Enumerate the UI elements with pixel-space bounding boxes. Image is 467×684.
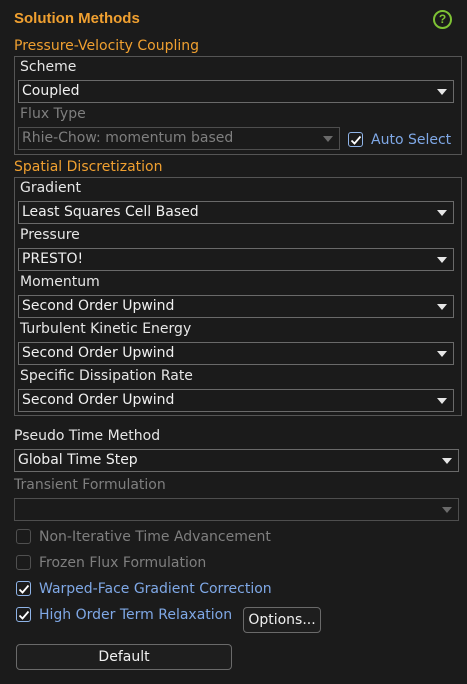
gradient-label: Gradient <box>20 180 81 196</box>
chevron-down-icon <box>323 136 333 142</box>
auto-select-checkbox-row[interactable]: Auto Select <box>348 130 458 150</box>
momentum-label: Momentum <box>20 274 100 290</box>
sdr-value: Second Order Upwind <box>22 392 175 408</box>
checkmark-icon <box>350 135 362 145</box>
tke-select[interactable]: Second Order Upwind <box>18 342 454 365</box>
auto-select-label: Auto Select <box>371 132 452 148</box>
chevron-down-icon <box>437 257 447 263</box>
panel-title: Solution Methods <box>14 10 140 27</box>
non-iterative-checkbox-row[interactable]: Non-Iterative Time Advancement <box>16 527 286 547</box>
chevron-down-icon <box>442 507 452 513</box>
chevron-down-icon <box>442 458 452 464</box>
pressure-value: PRESTO! <box>22 251 84 267</box>
non-iterative-label: Non-Iterative Time Advancement <box>39 529 271 545</box>
chevron-down-icon <box>437 398 447 404</box>
checkmark-icon <box>18 610 30 620</box>
options-button[interactable]: Options... <box>243 607 321 633</box>
pseudo-time-select[interactable]: Global Time Step <box>14 449 459 472</box>
scheme-value: Coupled <box>22 83 80 99</box>
chevron-down-icon <box>437 351 447 357</box>
transient-label: Transient Formulation <box>14 477 166 493</box>
chevron-down-icon <box>437 210 447 216</box>
sdr-select[interactable]: Second Order Upwind <box>18 389 454 412</box>
auto-select-checkbox[interactable] <box>348 132 363 147</box>
chevron-down-icon <box>437 304 447 310</box>
pseudo-time-label: Pseudo Time Method <box>14 428 161 444</box>
gradient-select[interactable]: Least Squares Cell Based <box>18 201 454 224</box>
chevron-down-icon <box>437 89 447 95</box>
scheme-select[interactable]: Coupled <box>18 80 454 103</box>
pseudo-time-value: Global Time Step <box>18 452 138 468</box>
default-button[interactable]: Default <box>16 644 232 670</box>
tke-label: Turbulent Kinetic Energy <box>20 321 192 337</box>
flux-type-label: Flux Type <box>20 106 86 122</box>
high-order-checkbox[interactable] <box>16 607 31 622</box>
help-icon[interactable]: ? <box>433 10 452 29</box>
warped-face-label: Warped-Face Gradient Correction <box>39 581 272 597</box>
momentum-select[interactable]: Second Order Upwind <box>18 295 454 318</box>
spatial-group-title: Spatial Discretization <box>14 159 163 175</box>
transient-select[interactable] <box>14 498 459 521</box>
high-order-label: High Order Term Relaxation <box>39 607 233 623</box>
flux-type-select[interactable]: Rhie-Chow: momentum based <box>18 127 340 150</box>
flux-type-value: Rhie-Chow: momentum based <box>22 130 234 146</box>
high-order-checkbox-row[interactable]: High Order Term Relaxation <box>16 605 238 625</box>
non-iterative-checkbox[interactable] <box>16 529 31 544</box>
pressure-select[interactable]: PRESTO! <box>18 248 454 271</box>
warped-face-checkbox[interactable] <box>16 581 31 596</box>
sdr-label: Specific Dissipation Rate <box>20 368 193 384</box>
gradient-value: Least Squares Cell Based <box>22 204 199 220</box>
tke-value: Second Order Upwind <box>22 345 175 361</box>
frozen-flux-checkbox[interactable] <box>16 555 31 570</box>
frozen-flux-checkbox-row[interactable]: Frozen Flux Formulation <box>16 553 226 573</box>
frozen-flux-label: Frozen Flux Formulation <box>39 555 207 571</box>
checkmark-icon <box>18 584 30 594</box>
momentum-value: Second Order Upwind <box>22 298 175 314</box>
warped-face-checkbox-row[interactable]: Warped-Face Gradient Correction <box>16 579 286 599</box>
pressure-velocity-group-title: Pressure-Velocity Coupling <box>14 38 200 54</box>
scheme-label: Scheme <box>20 59 77 75</box>
pressure-label: Pressure <box>20 227 80 243</box>
